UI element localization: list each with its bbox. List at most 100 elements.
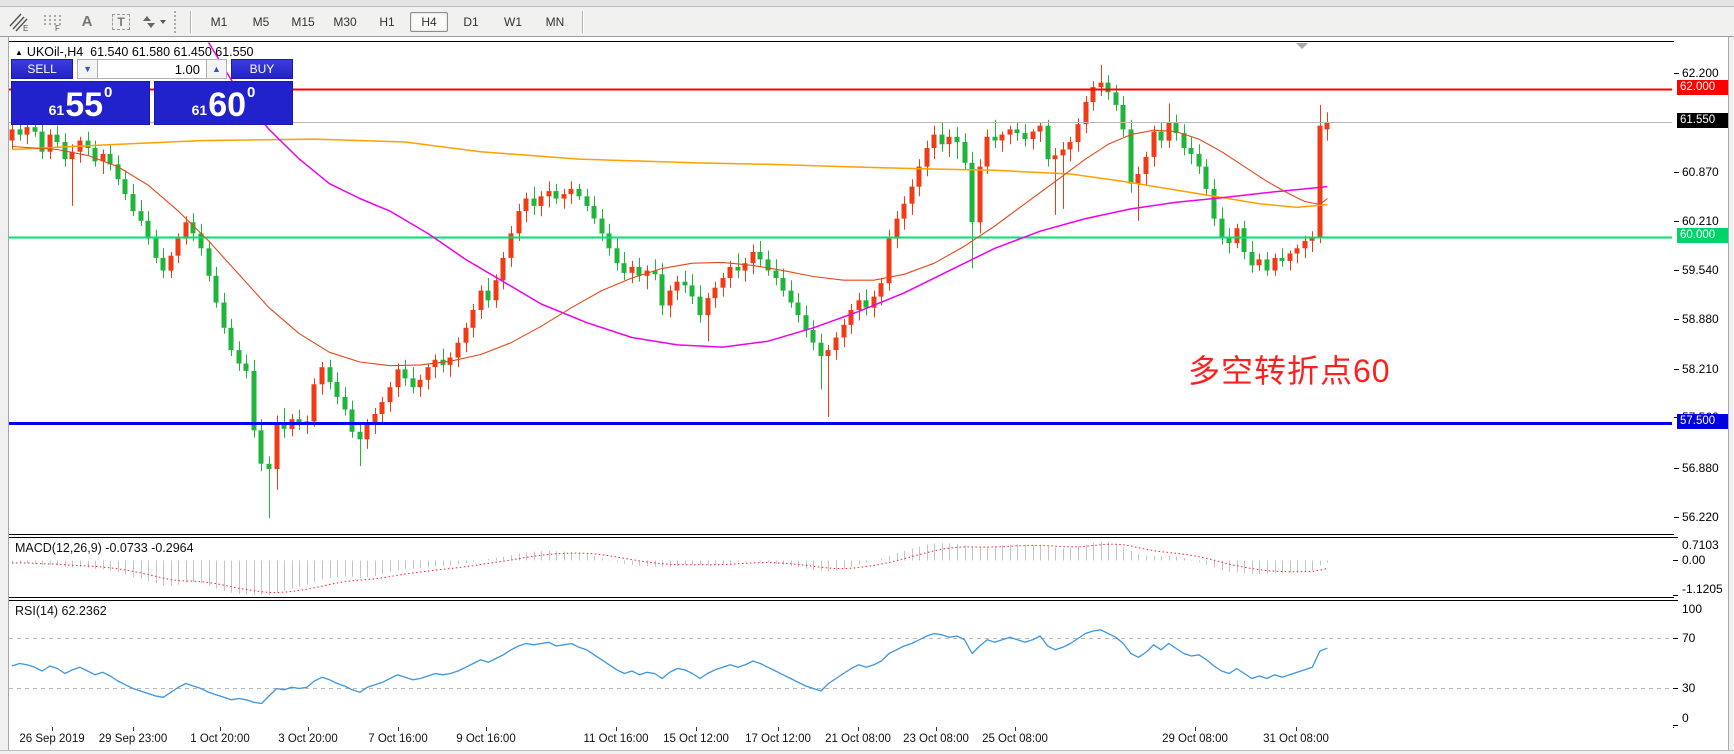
ohlc-values: 61.540 61.580 61.450 61.550 — [90, 45, 253, 59]
rsi-tick-mark — [1673, 638, 1678, 639]
y-tick-mark — [1674, 319, 1679, 320]
collapse-triangle-icon[interactable]: ▲ — [15, 48, 23, 57]
window-top-strip — [0, 0, 1734, 7]
macd-tick-label: 0.7103 — [1682, 538, 1719, 552]
timeframe-buttons: M1M5M15M30H1H4D1W1MN — [198, 12, 576, 32]
macd-tick-label: 0.00 — [1682, 553, 1705, 567]
window-right-border — [1728, 37, 1734, 754]
rsi-tick-label: 0 — [1682, 711, 1689, 725]
buy-price-display[interactable]: 61 60 0 — [154, 81, 293, 125]
y-tick-mark — [1674, 369, 1679, 370]
rsi-tick-mark — [1673, 725, 1678, 726]
time-tick-mark — [308, 727, 309, 731]
rsi-panel[interactable]: RSI(14) 62.2362 — [8, 600, 1675, 728]
time-tick-label: 17 Oct 12:00 — [745, 733, 811, 745]
time-tick-mark — [778, 727, 779, 731]
time-tick-mark — [1195, 727, 1196, 731]
macd-label: MACD(12,26,9) -0.0733 -0.2964 — [15, 541, 194, 555]
time-tick-mark — [52, 727, 53, 731]
sell-price-prefix: 61 — [49, 102, 65, 118]
time-tick-label: 1 Oct 20:00 — [190, 733, 249, 745]
y-tick-mark — [1674, 221, 1679, 222]
y-tick-mark — [1674, 517, 1679, 518]
volume-increase-button[interactable]: ▲ — [206, 59, 227, 79]
text-box-icon[interactable]: T — [106, 10, 136, 34]
y-tick-mark — [1674, 270, 1679, 271]
level-price-badge: 60.000 — [1677, 228, 1731, 243]
svg-text:E: E — [23, 24, 28, 32]
timeframe-button-d1[interactable]: D1 — [452, 12, 490, 32]
level-price-badge: 57.500 — [1677, 414, 1731, 429]
trading-platform-window: E F A T M1M5M15M30H1H4D1W1MN ▲ UKOil-,H4 … — [0, 0, 1734, 754]
rsi-tick-mark — [1673, 600, 1678, 601]
toolbar-grip[interactable] — [174, 11, 180, 33]
symbol-label: UKOil-,H4 — [27, 45, 83, 59]
sell-price-big: 55 — [65, 90, 103, 121]
volume-decrease-button[interactable]: ▼ — [77, 59, 98, 79]
time-tick-label: 29 Sep 23:00 — [99, 733, 167, 745]
sort-order-icon[interactable] — [140, 10, 170, 34]
time-tick-mark — [1015, 727, 1016, 731]
y-tick-label: 58.210 — [1682, 362, 1719, 376]
indicators-icon[interactable]: E — [4, 10, 34, 34]
rsi-tick-label: 30 — [1682, 681, 1695, 695]
time-tick-mark — [616, 727, 617, 731]
chart-shift-marker-icon[interactable] — [1296, 43, 1308, 49]
window-bottom-border — [0, 750, 1734, 754]
timeframe-button-mn[interactable]: MN — [536, 12, 574, 32]
y-tick-label: 59.540 — [1682, 263, 1719, 277]
chart-title: ▲ UKOil-,H4 61.540 61.580 61.450 61.550 — [15, 45, 254, 59]
chart-annotation-text: 多空转折点60 — [1188, 346, 1391, 392]
time-tick-label: 11 Oct 16:00 — [584, 733, 649, 745]
y-tick-label: 60.210 — [1682, 214, 1719, 228]
time-tick-label: 25 Oct 08:00 — [982, 733, 1048, 745]
y-tick-label: 58.880 — [1682, 312, 1719, 326]
macd-layer — [9, 538, 1672, 595]
grid-icon[interactable]: F — [38, 10, 68, 34]
time-tick-mark — [936, 727, 937, 731]
macd-panel[interactable]: MACD(12,26,9) -0.0733 -0.2964 — [8, 537, 1675, 598]
level-price-badge: 62.000 — [1677, 80, 1731, 95]
window-left-border — [0, 37, 9, 754]
current-price-badge: 61.550 — [1677, 113, 1731, 128]
macd-tick-label: -1.1205 — [1682, 582, 1723, 596]
y-tick-mark — [1674, 468, 1679, 469]
y-tick-mark — [1674, 73, 1679, 74]
y-tick-label: 56.220 — [1682, 510, 1719, 524]
time-tick-label: 7 Oct 16:00 — [368, 733, 427, 745]
timeframe-button-m5[interactable]: M5 — [242, 12, 280, 32]
time-tick-mark — [858, 727, 859, 731]
sell-price-display[interactable]: 61 55 0 — [11, 81, 150, 125]
rsi-tick-mark — [1673, 688, 1678, 689]
buy-button[interactable]: BUY — [231, 59, 293, 79]
macd-tick-mark — [1673, 595, 1678, 596]
toolbar-separator-end — [582, 11, 584, 33]
buy-price-sup: 0 — [247, 84, 255, 101]
text-label-icon[interactable]: A — [72, 10, 102, 34]
volume-input[interactable] — [98, 59, 206, 79]
rsi-label: RSI(14) 62.2362 — [15, 604, 107, 618]
time-tick-label: 31 Oct 08:00 — [1263, 733, 1329, 745]
time-tick-mark — [398, 727, 399, 731]
time-tick-label: 29 Oct 08:00 — [1162, 733, 1228, 745]
timeframe-button-h4[interactable]: H4 — [410, 12, 448, 32]
timeframe-button-h1[interactable]: H1 — [368, 12, 406, 32]
sell-button[interactable]: SELL — [11, 59, 73, 79]
svg-text:F: F — [55, 24, 60, 32]
time-tick-mark — [696, 727, 697, 731]
one-click-trade-panel: SELL ▼ ▲ BUY 61 55 0 61 60 0 — [11, 59, 293, 125]
timeframe-button-w1[interactable]: W1 — [494, 12, 532, 32]
price-chart-plot[interactable]: ▲ UKOil-,H4 61.540 61.580 61.450 61.550 多… — [8, 41, 1675, 535]
time-tick-label: 23 Oct 08:00 — [903, 733, 969, 745]
timeframe-button-m30[interactable]: M30 — [326, 12, 364, 32]
timeframe-button-m1[interactable]: M1 — [200, 12, 238, 32]
macd-tick-mark — [1673, 560, 1678, 561]
sell-price-sup: 0 — [104, 84, 112, 101]
time-tick-label: 9 Oct 16:00 — [456, 733, 515, 745]
toolbar-separator — [190, 11, 192, 33]
time-axis[interactable]: 26 Sep 2019 29 Sep 23:00 1 Oct 20:00 3 O… — [8, 727, 1673, 750]
time-tick-mark — [1296, 727, 1297, 731]
time-tick-label: 15 Oct 12:00 — [663, 733, 729, 745]
rsi-tick-label: 100 — [1682, 602, 1702, 616]
timeframe-button-m15[interactable]: M15 — [284, 12, 322, 32]
